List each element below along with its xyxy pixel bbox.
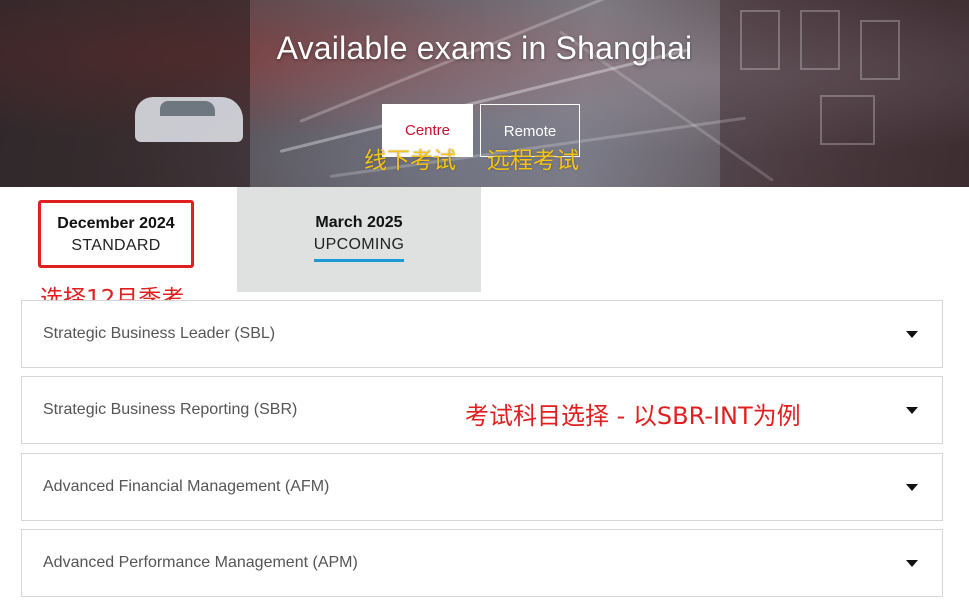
exam-item-apm[interactable]: Advanced Performance Management (APM)	[21, 529, 943, 597]
page-title: Available exams in Shanghai	[276, 30, 693, 66]
hero-banner: Available exams in Shanghai Centre Remot…	[0, 0, 969, 187]
session-status: UPCOMING	[313, 236, 405, 262]
remote-annotation: 远程考试	[487, 148, 579, 174]
centre-annotation: 线下考试	[364, 148, 456, 174]
session-status: STANDARD	[71, 237, 161, 254]
caret-down-icon[interactable]	[906, 331, 918, 338]
exam-label: Advanced Financial Management (AFM)	[43, 478, 330, 495]
hero-photo-building-left	[0, 0, 250, 187]
caret-down-icon[interactable]	[906, 560, 918, 567]
session-tab-march-2025[interactable]: March 2025 UPCOMING	[237, 187, 481, 292]
caret-down-icon[interactable]	[906, 484, 918, 491]
caret-down-icon[interactable]	[906, 407, 918, 414]
session-date: December 2024	[57, 215, 175, 232]
exam-label: Advanced Performance Management (APM)	[43, 554, 358, 571]
exam-item-sbr[interactable]: Strategic Business Reporting (SBR) 考试科目选…	[21, 376, 943, 444]
exam-item-afm[interactable]: Advanced Financial Management (AFM)	[21, 453, 943, 521]
exam-item-sbl[interactable]: Strategic Business Leader (SBL)	[21, 300, 943, 368]
exam-label: Strategic Business Leader (SBL)	[43, 325, 276, 342]
session-tab-december-2024[interactable]: December 2024 STANDARD	[38, 200, 194, 268]
hero-photo-window	[820, 95, 875, 145]
exam-label: Strategic Business Reporting (SBR)	[43, 401, 298, 418]
session-date: March 2025	[315, 214, 403, 231]
exam-annotation: 考试科目选择 - 以SBR-INT为例	[465, 402, 801, 430]
hero-photo-car-window	[160, 101, 215, 116]
